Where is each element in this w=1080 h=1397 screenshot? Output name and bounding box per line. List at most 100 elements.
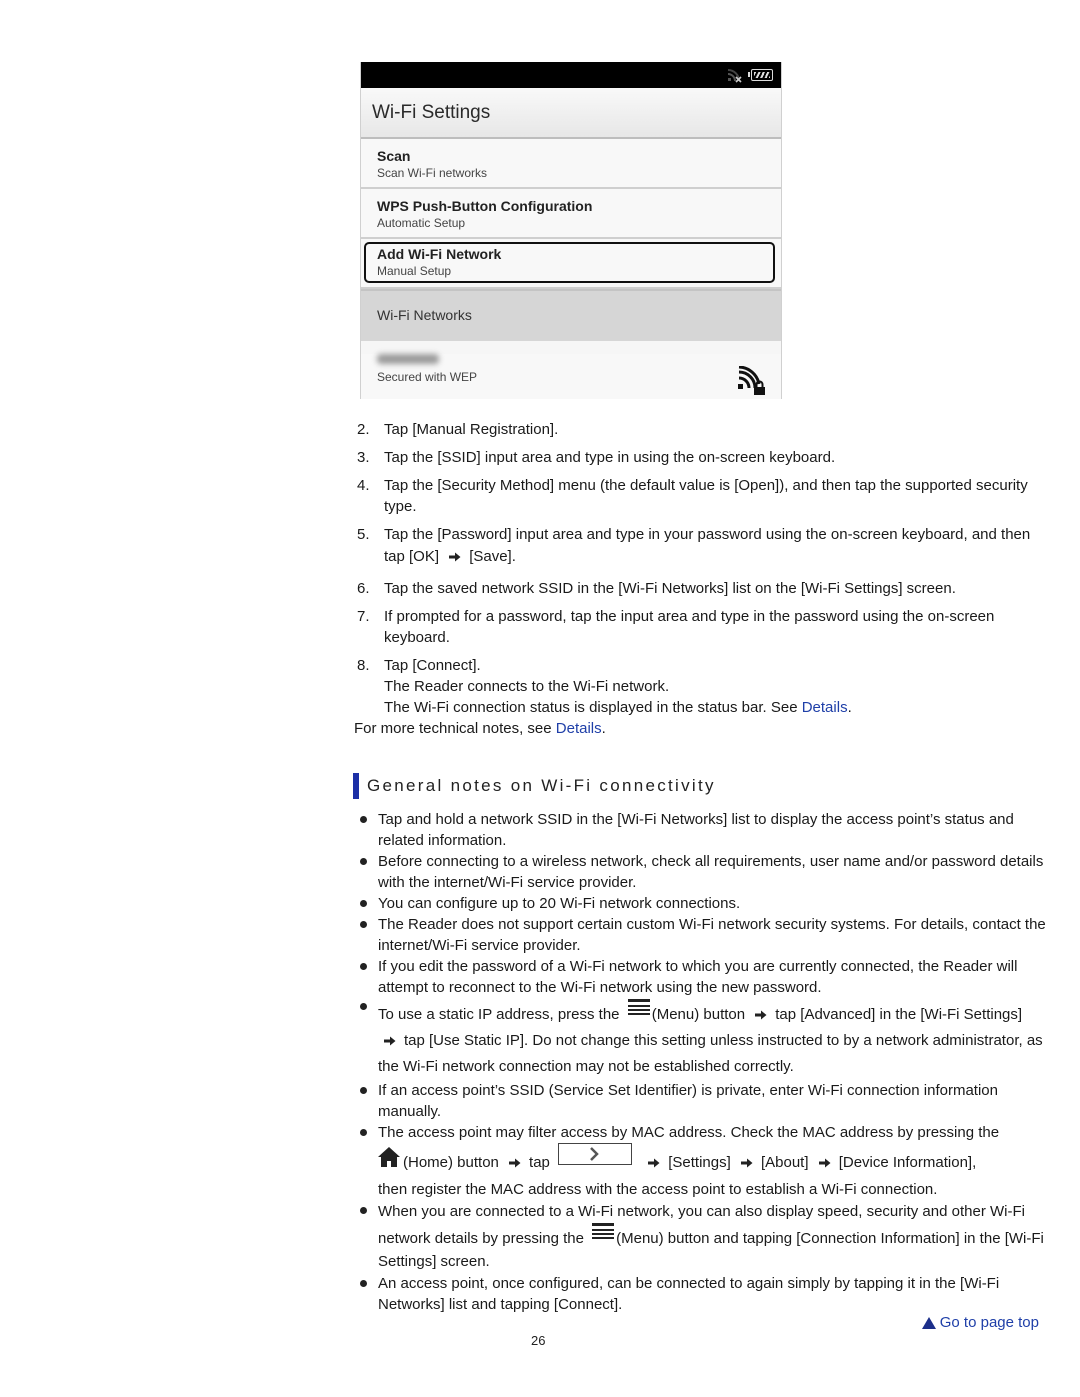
note-text: When you are connected to a Wi-Fi networ… — [378, 1200, 1047, 1273]
blurred-ssid — [377, 354, 439, 364]
bullet-icon — [357, 1200, 378, 1273]
note-text: You can configure up to 20 Wi-Fi network… — [378, 895, 741, 912]
device-screen-title: Wi-Fi Settings — [361, 88, 781, 139]
technical-notes-text: For more technical notes, see — [354, 720, 556, 737]
step-item: 2. Tap [Manual Registration]. — [357, 419, 1047, 440]
step-item: 6. Tap the saved network SSID in the [Wi… — [357, 578, 1047, 599]
note-text: The Reader does not support certain cust… — [378, 916, 1046, 954]
go-to-page-top-label: Go to page top — [939, 1314, 1039, 1331]
device-screenshot: Wi-Fi Settings Scan Scan Wi-Fi networks … — [360, 62, 782, 399]
note-text: An access point, once configured, can be… — [378, 1275, 1000, 1313]
arrow-right-icon — [740, 1158, 753, 1168]
technical-notes-end: . — [601, 720, 606, 737]
note-item: The Reader does not support certain cust… — [357, 914, 1047, 956]
menu-icon — [592, 1223, 615, 1239]
notes-list: Tap and hold a network SSID in the [Wi-F… — [357, 809, 1047, 1315]
device-item-subtitle: Automatic Setup — [377, 216, 466, 230]
network-security-label: Secured with WEP — [377, 370, 478, 384]
arrow-right-icon — [648, 1158, 660, 1168]
arrow-right-icon — [384, 1036, 396, 1046]
note-text-part: [Settings] — [668, 1154, 731, 1171]
note-text: If an access point’s SSID (Service Set I… — [378, 1082, 998, 1120]
note-item: To use a static IP address, press the (M… — [357, 999, 1047, 1080]
section-title: General notes on Wi-Fi connectivity — [367, 776, 716, 795]
note-text-part: tap [Use Static IP]. Do not change this … — [378, 1032, 1043, 1075]
next-page-button-icon — [558, 1143, 633, 1165]
device-item-wps[interactable]: WPS Push-Button Configuration Automatic … — [361, 189, 781, 239]
triangle-up-icon — [921, 1316, 936, 1329]
step-item: 7. If prompted for a password, tap the i… — [357, 606, 1047, 648]
step-number: 4. — [357, 477, 370, 494]
bullet-icon — [357, 809, 378, 851]
arrow-right-icon — [755, 1010, 767, 1020]
arrow-right-icon — [449, 552, 461, 562]
note-text-part: tap [Advanced] in the [Wi-Fi Settings] — [775, 1006, 1023, 1023]
step-text: Tap the [SSID] input area and type in us… — [384, 449, 836, 466]
note-text-part: (Menu) button — [651, 1006, 746, 1023]
step-number: 6. — [357, 580, 370, 597]
step-item: 3. Tap the [SSID] input area and type in… — [357, 447, 1047, 468]
device-item-subtitle: Scan Wi-Fi networks — [377, 166, 488, 180]
step-line-end: . — [847, 699, 852, 716]
step-item: 5. Tap the [Password] input area and typ… — [357, 524, 1047, 568]
device-networks-header: Wi-Fi Networks — [361, 289, 781, 341]
bullet-icon — [357, 1273, 378, 1315]
selection-highlight — [364, 242, 775, 283]
bullet-icon — [357, 956, 378, 998]
note-text: Before connecting to a wireless network,… — [378, 853, 1044, 891]
details-link[interactable]: Details — [802, 699, 848, 716]
instruction-steps: 2. Tap [Manual Registration]. 3. Tap the… — [357, 419, 1047, 725]
note-text-part: To use a static IP address, press the — [378, 1006, 620, 1023]
note-text: To use a static IP address, press the (M… — [378, 999, 1047, 1080]
device-item-add-network[interactable]: Add Wi-Fi Network Manual Setup — [361, 239, 781, 289]
device-status-bar — [361, 62, 781, 88]
note-text-part: (Home) button — [403, 1154, 499, 1171]
step-text: Tap the saved network SSID in the [Wi-Fi… — [384, 580, 956, 597]
page-number: 26 — [531, 1333, 546, 1348]
step-text: Tap the [Password] input area and type i… — [384, 524, 1047, 568]
step-item: 8. Tap [Connect]. The Reader connects to… — [357, 655, 1047, 718]
step-text: Tap [Manual Registration]. — [384, 421, 559, 438]
step-number: 8. — [357, 657, 370, 674]
menu-icon — [627, 999, 650, 1015]
note-item: Before connecting to a wireless network,… — [357, 851, 1047, 893]
bullet-icon — [357, 999, 378, 1080]
arrow-right-icon — [818, 1158, 831, 1168]
note-text-part: tap — [529, 1154, 550, 1171]
bullet-icon — [357, 1122, 378, 1200]
step-text-part: [Save]. — [469, 548, 516, 565]
step-line: Tap [Connect]. — [384, 657, 481, 674]
go-to-page-top-link[interactable]: Go to page top — [921, 1314, 1039, 1331]
note-text: Tap and hold a network SSID in the [Wi-F… — [378, 811, 1014, 849]
secured-wifi-icon — [738, 366, 765, 395]
device-network-item[interactable]: Secured with WEP — [361, 354, 781, 399]
step-line: The Wi-Fi connection status is displayed… — [384, 697, 1047, 718]
device-item-title: Scan — [377, 148, 411, 164]
note-item: An access point, once configured, can be… — [357, 1273, 1047, 1315]
step-text: Tap the [Security Method] menu (the defa… — [384, 477, 1028, 515]
note-item: Tap and hold a network SSID in the [Wi-F… — [357, 809, 1047, 851]
step-number: 3. — [357, 449, 370, 466]
note-text-part: [Device Information], — [838, 1154, 977, 1171]
step-number: 2. — [357, 421, 370, 438]
device-item-title: WPS Push-Button Configuration — [377, 198, 593, 214]
step-item: 4. Tap the [Security Method] menu (the d… — [357, 475, 1047, 517]
step-line-text: The Wi-Fi connection status is displayed… — [384, 699, 802, 716]
note-text-part: then register the MAC address with the a… — [378, 1181, 938, 1198]
bullet-icon — [357, 1080, 378, 1122]
note-item: If an access point’s SSID (Service Set I… — [357, 1080, 1047, 1122]
device-item-scan[interactable]: Scan Scan Wi-Fi networks — [361, 139, 781, 189]
step-text: Tap [Connect]. The Reader connects to th… — [384, 655, 1047, 718]
bullet-icon — [357, 851, 378, 893]
bullet-icon — [357, 914, 378, 956]
battery-icon — [748, 69, 773, 81]
heading-accent-bar — [353, 773, 359, 799]
arrow-right-icon — [509, 1158, 521, 1168]
note-text: If you edit the password of a Wi-Fi netw… — [378, 958, 1018, 996]
step-number: 7. — [357, 608, 370, 625]
step-line: The Reader connects to the Wi-Fi network… — [384, 678, 670, 695]
details-link[interactable]: Details — [556, 720, 602, 737]
technical-notes-line: For more technical notes, see Details. — [354, 718, 606, 739]
note-item: If you edit the password of a Wi-Fi netw… — [357, 956, 1047, 998]
bullet-icon — [357, 893, 378, 914]
